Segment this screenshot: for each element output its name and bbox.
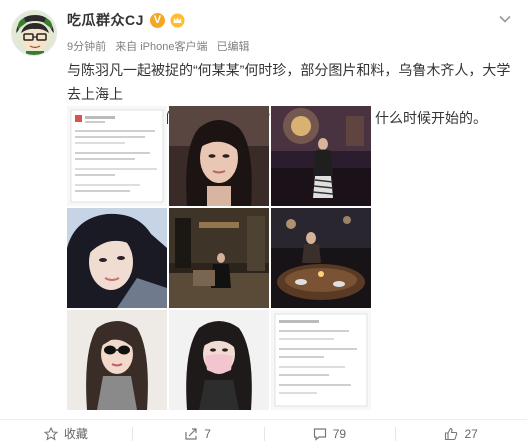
post-image[interactable]: [67, 208, 167, 308]
edited-label[interactable]: 已编辑: [217, 41, 250, 53]
nickname[interactable]: 吃瓜群众CJ: [67, 10, 144, 30]
post-source: 来自 iPhone客户端: [115, 41, 208, 53]
repost-icon: [185, 427, 197, 440]
verified-badge-icon: V: [149, 12, 165, 28]
thumbs-up-icon: [445, 427, 458, 440]
action-toolbar: 收藏 7 79 27: [0, 419, 527, 447]
user-row: 吃瓜群众CJ V: [67, 10, 185, 30]
post-time[interactable]: 9分钟前: [67, 41, 106, 53]
comment-icon: [313, 427, 326, 441]
star-icon: [43, 426, 58, 441]
chevron-down-icon[interactable]: [498, 12, 512, 26]
post-text-line: 与陈羽凡一起被捉的“何某某”何时珍，部分图片和料，乌鲁木齐人，大学去上海上: [67, 62, 511, 102]
post-image[interactable]: [67, 310, 167, 410]
post-meta: 9分钟前 来自 iPhone客户端 已编辑: [67, 38, 256, 54]
post-image[interactable]: [169, 106, 269, 206]
vip-crown-icon: [170, 13, 185, 28]
post-image[interactable]: [169, 310, 269, 410]
avatar[interactable]: [11, 10, 57, 56]
post-image[interactable]: [271, 208, 371, 308]
comment-count: 79: [332, 426, 347, 441]
favorite-label: 收藏: [63, 427, 88, 441]
favorite-button[interactable]: 收藏: [0, 420, 132, 447]
post-image[interactable]: [169, 208, 269, 308]
post-image[interactable]: [271, 310, 371, 410]
comment-button[interactable]: 79: [263, 420, 396, 447]
weibo-post-card: 吃瓜群众CJ V 9分钟前 来自 iPhone客户端 已编辑 与陈羽凡一起被捉的…: [0, 0, 527, 447]
post-image[interactable]: [271, 106, 371, 206]
repost-button[interactable]: 7: [131, 420, 264, 447]
repost-count: 7: [204, 426, 211, 441]
like-count: 27: [464, 426, 478, 441]
like-button[interactable]: 27: [395, 420, 527, 447]
post-image[interactable]: [67, 106, 167, 206]
image-grid: [67, 106, 371, 410]
